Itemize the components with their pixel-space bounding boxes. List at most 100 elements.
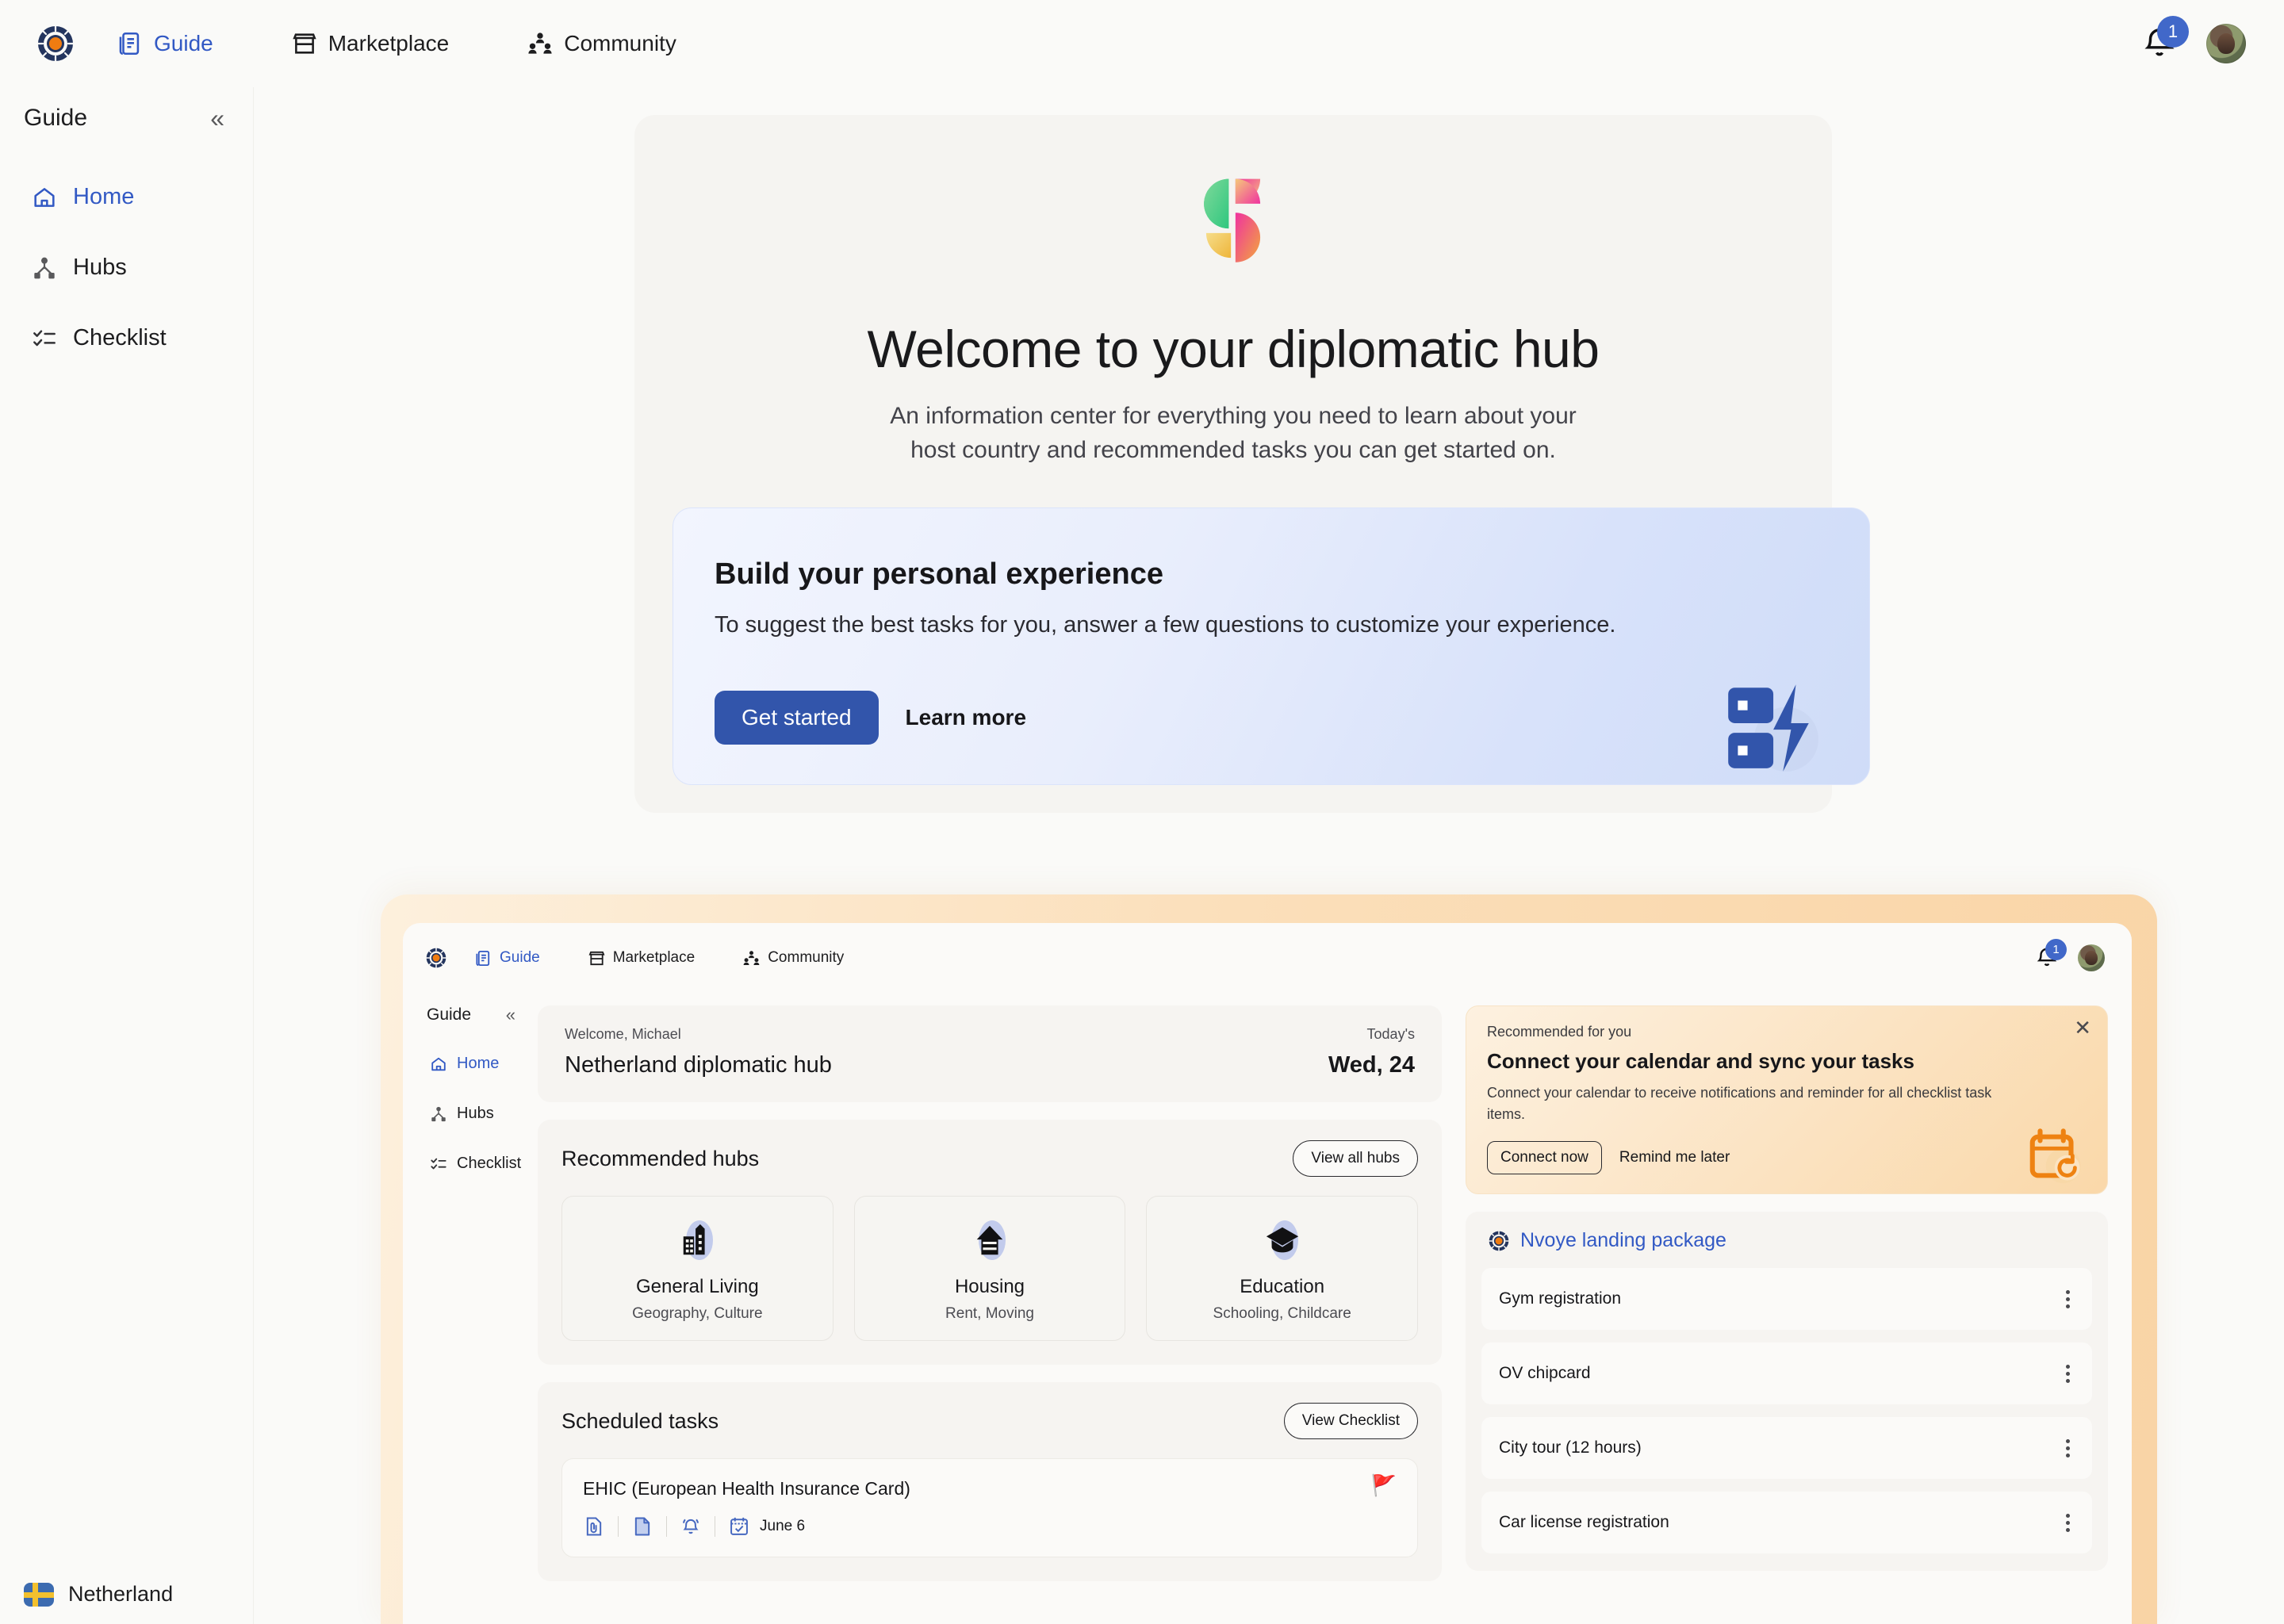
package-item-label: City tour (12 hours): [1499, 1438, 1642, 1457]
sidebar-title: Guide: [24, 105, 88, 131]
sidebar-item-checklist-label: Checklist: [73, 325, 167, 350]
package-item-label: OV chipcard: [1499, 1364, 1591, 1382]
hub-card-general-living[interactable]: General Living Geography, Culture: [561, 1196, 834, 1341]
scheduled-tasks-section: Scheduled tasks View Checklist EHIC (Eur…: [538, 1382, 1442, 1581]
top-navigation-bar: Guide Marketplace Community 1: [0, 0, 2284, 87]
sidebar-nav-list: Home Hubs Checklist: [0, 173, 253, 362]
list-item[interactable]: Car license registration: [1481, 1492, 2092, 1553]
home-icon: [32, 185, 57, 210]
sidebar-item-home[interactable]: Home: [8, 173, 245, 221]
guide-book-icon: [474, 949, 492, 967]
preview-sidebar-nav-list: Home Hubs Checklist: [427, 1050, 538, 1178]
preview-top-navigation-bar: Guide Marketplace Community 1: [403, 923, 2132, 993]
list-item[interactable]: OV chipcard: [1481, 1342, 2092, 1404]
recommended-hubs-grid: General Living Geography, Culture Housin…: [561, 1196, 1419, 1341]
close-icon[interactable]: ✕: [2074, 1017, 2091, 1038]
promo-kicker: Recommended for you: [1487, 1024, 1632, 1040]
house-icon: [966, 1217, 1014, 1265]
hub-card-housing[interactable]: Housing Rent, Moving: [853, 1196, 1126, 1341]
hero-subtitle-line1: An information center for everything you…: [890, 403, 1577, 429]
kebab-menu-icon[interactable]: [2061, 1434, 2075, 1462]
list-item[interactable]: Gym registration: [1481, 1268, 2092, 1330]
hubs-network-icon: [32, 255, 57, 281]
city-buildings-icon: [673, 1217, 721, 1265]
checklist-icon: [430, 1155, 447, 1173]
chevron-double-left-icon[interactable]: «: [506, 1006, 515, 1024]
preview-greeting: Welcome, Michael: [565, 1026, 681, 1042]
recommended-hubs-section: Recommended hubs View all hubs General L…: [538, 1120, 1442, 1365]
sidebar-country-selector[interactable]: Netherland: [24, 1582, 173, 1607]
preview-notifications-button[interactable]: 1: [2035, 939, 2067, 973]
learn-more-button[interactable]: Learn more: [898, 691, 1035, 745]
attachment-file-icon[interactable]: [583, 1515, 605, 1538]
preview-avatar[interactable]: [2078, 944, 2105, 971]
reminder-bell-icon[interactable]: [680, 1515, 702, 1538]
list-item[interactable]: City tour (12 hours): [1481, 1417, 2092, 1479]
promo-title: Connect your calendar and sync your task…: [1487, 1049, 1914, 1073]
notification-count-badge: 1: [2157, 16, 2189, 48]
calendar-promo-card: ✕ Recommended for you Connect your calen…: [1466, 1005, 2108, 1194]
note-document-icon[interactable]: [631, 1515, 653, 1538]
build-card-title: Build your personal experience: [715, 557, 1163, 591]
preview-panel-frame: Guide Marketplace Community 1 Guide « Ho…: [381, 894, 2157, 1624]
community-people-icon: [527, 30, 554, 57]
hub-card-general-living-sub: Geography, Culture: [632, 1305, 763, 1322]
build-card-actions: Get started Learn more: [715, 691, 1034, 745]
storefront-icon: [291, 30, 318, 57]
hubs-network-icon: [430, 1105, 447, 1123]
hero-subtitle: An information center for everything you…: [890, 400, 1577, 467]
preview-nav-item-guide[interactable]: Guide: [462, 944, 553, 973]
remind-me-later-button[interactable]: Remind me later: [1616, 1142, 1733, 1174]
kebab-menu-icon[interactable]: [2061, 1285, 2075, 1313]
nav-item-marketplace-label: Marketplace: [328, 31, 450, 56]
nvoye-logo-icon: [1488, 1230, 1510, 1252]
get-started-button[interactable]: Get started: [715, 691, 879, 745]
gradient-s-logo: [1177, 174, 1290, 287]
nav-item-guide[interactable]: Guide: [98, 22, 232, 65]
preview-right-column: ✕ Recommended for you Connect your calen…: [1466, 1005, 2108, 1581]
calendar-sync-icon: [2025, 1125, 2087, 1187]
preview-nav-item-guide-label: Guide: [500, 949, 540, 966]
preview-notification-count-badge: 1: [2045, 939, 2067, 960]
bell-icon: [2035, 948, 2059, 973]
task-row[interactable]: EHIC (European Health Insurance Card) 🚩: [561, 1458, 1418, 1557]
nvoye-logo-icon[interactable]: [36, 24, 75, 63]
sidebar-item-checklist[interactable]: Checklist: [8, 314, 245, 362]
preview-date-block: Today's Wed, 24: [1328, 1026, 1415, 1078]
storefront-icon: [588, 949, 606, 967]
view-checklist-button[interactable]: View Checklist: [1283, 1403, 1418, 1439]
sidebar-item-hubs-label: Hubs: [73, 255, 127, 280]
task-meta-row: June 6: [583, 1515, 1397, 1538]
build-card-description: To suggest the best tasks for you, answe…: [715, 612, 1616, 638]
preview-nav-item-community[interactable]: Community: [730, 944, 856, 973]
chevron-double-left-icon[interactable]: «: [210, 105, 224, 131]
package-item-label: Car license registration: [1499, 1513, 1669, 1531]
preview-sidebar-header: Guide «: [427, 1005, 538, 1025]
kebab-menu-icon[interactable]: [2061, 1509, 2075, 1537]
hub-card-education[interactable]: Education Schooling, Childcare: [1146, 1196, 1419, 1341]
checklist-icon: [32, 326, 57, 351]
preview-sidebar-item-checklist[interactable]: Checklist: [427, 1150, 538, 1178]
task-due-date: June 6: [760, 1518, 806, 1534]
notifications-button[interactable]: 1: [2141, 16, 2189, 62]
priority-flag-icon[interactable]: 🚩: [1371, 1475, 1397, 1496]
sidebar-item-hubs[interactable]: Hubs: [8, 243, 245, 292]
avatar[interactable]: [2206, 24, 2246, 63]
view-all-hubs-button[interactable]: View all hubs: [1293, 1140, 1418, 1177]
preview-sidebar-item-home[interactable]: Home: [427, 1050, 538, 1078]
nav-item-marketplace[interactable]: Marketplace: [272, 22, 469, 65]
preview-top-nav-items: Guide Marketplace Community: [462, 944, 856, 973]
kebab-menu-icon[interactable]: [2061, 1360, 2075, 1388]
nav-item-community[interactable]: Community: [508, 22, 696, 65]
nav-item-guide-label: Guide: [154, 31, 213, 56]
community-people-icon: [742, 949, 761, 967]
build-experience-card: Build your personal experience To sugges…: [673, 508, 1870, 785]
calendar-check-icon[interactable]: [728, 1515, 750, 1538]
preview-sidebar-item-hubs[interactable]: Hubs: [427, 1100, 538, 1128]
preview-nav-item-marketplace[interactable]: Marketplace: [575, 944, 708, 973]
recommended-hubs-header: Recommended hubs View all hubs: [561, 1140, 1418, 1177]
nvoye-logo-icon[interactable]: [425, 947, 447, 969]
recommended-hubs-title: Recommended hubs: [561, 1146, 760, 1170]
hub-card-housing-name: Housing: [954, 1276, 1025, 1297]
connect-now-button[interactable]: Connect now: [1487, 1141, 1602, 1174]
